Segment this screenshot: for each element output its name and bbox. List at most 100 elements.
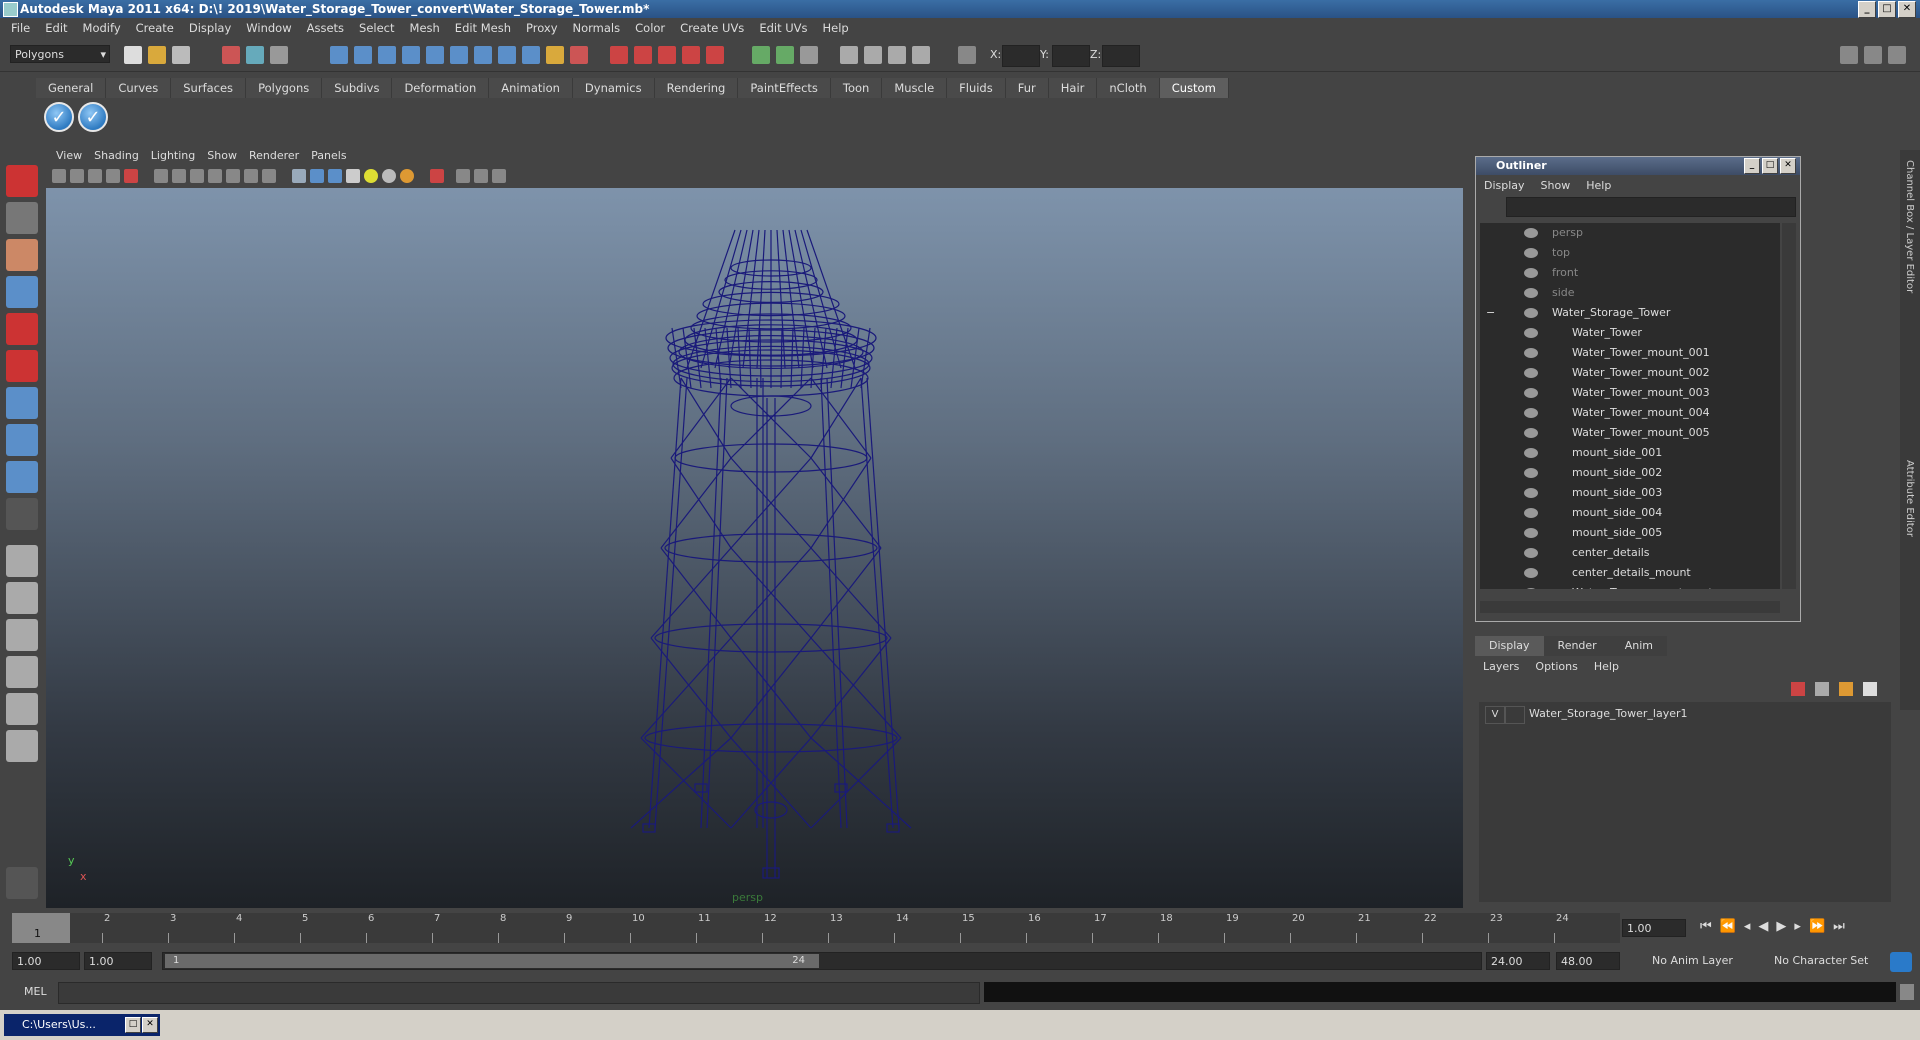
- outliner-menu-help[interactable]: Help: [1586, 179, 1627, 192]
- layout-outliner-icon[interactable]: [6, 619, 38, 651]
- step-forward-key-icon[interactable]: ⏩: [1809, 919, 1825, 934]
- outliner-mesh-item[interactable]: Water_Tower_mount_001: [1480, 343, 1780, 363]
- outliner-close-button[interactable]: ✕: [1780, 158, 1796, 174]
- layout-graph-icon[interactable]: [6, 656, 38, 688]
- input-ops-icon[interactable]: [752, 46, 770, 64]
- menu-normals[interactable]: Normals: [566, 21, 629, 35]
- layer-name[interactable]: Water_Storage_Tower_layer1: [1529, 706, 1688, 722]
- new-layer-icon[interactable]: [1791, 682, 1805, 696]
- pick-curves-icon[interactable]: [378, 46, 396, 64]
- script-editor-icon[interactable]: [1900, 984, 1914, 1000]
- attribute-editor-toggle-icon[interactable]: [1864, 46, 1882, 64]
- viewport-menu-renderer[interactable]: Renderer: [243, 149, 305, 162]
- shelf-tab-custom[interactable]: Custom: [1159, 78, 1229, 98]
- current-time-field[interactable]: 1.00: [1622, 919, 1686, 937]
- quick-layout-icon[interactable]: [6, 867, 38, 899]
- transform-mode-icon[interactable]: [958, 46, 976, 64]
- go-to-end-icon[interactable]: ⏭: [1833, 919, 1845, 934]
- outliner-minimize-button[interactable]: _: [1744, 158, 1760, 174]
- shelf-tab-polygons[interactable]: Polygons: [246, 78, 323, 98]
- menu-mesh[interactable]: Mesh: [403, 21, 448, 35]
- menu-color[interactable]: Color: [628, 21, 673, 35]
- outliner-mesh-item[interactable]: mount_side_001: [1480, 443, 1780, 463]
- select-tool-icon[interactable]: [6, 165, 38, 197]
- pick-dynamics-icon[interactable]: [450, 46, 468, 64]
- menu-edit[interactable]: Edit: [38, 21, 75, 35]
- z-field[interactable]: [1102, 45, 1140, 67]
- snap-live-icon[interactable]: [706, 46, 724, 64]
- collapse-icon[interactable]: −: [1486, 303, 1495, 323]
- lasso-tool-icon[interactable]: [6, 202, 38, 234]
- taskbar-restore-button[interactable]: □: [125, 1017, 141, 1033]
- lock-selection-icon[interactable]: [546, 46, 564, 64]
- menu-file[interactable]: File: [4, 21, 38, 35]
- shelf-tab-subdivs[interactable]: Subdivs: [322, 78, 393, 98]
- shelf-tab-surfaces[interactable]: Surfaces: [171, 78, 247, 98]
- menu-help[interactable]: Help: [816, 21, 857, 35]
- outliner-group-item[interactable]: − Water_Storage_Tower: [1480, 303, 1780, 323]
- shelf-tab-hair[interactable]: Hair: [1048, 78, 1098, 98]
- pick-handles-icon[interactable]: [330, 46, 348, 64]
- wireframe-icon[interactable]: [292, 169, 306, 183]
- resolution-gate-icon[interactable]: [190, 169, 204, 183]
- viewport-menu-lighting[interactable]: Lighting: [145, 149, 201, 162]
- check-icon[interactable]: ✓: [44, 102, 74, 132]
- attribute-editor-tab[interactable]: Attribute Editor: [1904, 460, 1915, 537]
- grid-icon[interactable]: [154, 169, 168, 183]
- layout-single-icon[interactable]: [6, 545, 38, 577]
- layer-menu-options[interactable]: Options: [1535, 660, 1577, 673]
- shelf-tab-curves[interactable]: Curves: [106, 78, 172, 98]
- range-slider-handle[interactable]: 1 24: [165, 954, 819, 968]
- outliner-horizontal-scrollbar[interactable]: [1480, 601, 1780, 613]
- gate-mask-icon[interactable]: [208, 169, 222, 183]
- outliner-mesh-item[interactable]: Water_Tower: [1480, 323, 1780, 343]
- viewport-menu-show[interactable]: Show: [201, 149, 243, 162]
- menu-proxy[interactable]: Proxy: [519, 21, 566, 35]
- menu-assets[interactable]: Assets: [300, 21, 352, 35]
- xray-icon[interactable]: [456, 169, 470, 183]
- shelf-tab-general[interactable]: General: [36, 78, 107, 98]
- shelf-tab-muscle[interactable]: Muscle: [882, 78, 948, 98]
- layer-menu-layers[interactable]: Layers: [1483, 660, 1519, 673]
- menu-set-selector[interactable]: Polygons ▾: [10, 45, 110, 63]
- minimize-button[interactable]: _: [1858, 1, 1876, 18]
- shelf-tab-painteffects[interactable]: PaintEffects: [738, 78, 831, 98]
- layer-tab-anim[interactable]: Anim: [1610, 636, 1667, 656]
- step-forward-frame-icon[interactable]: ▸: [1794, 919, 1801, 934]
- ipr-render-icon[interactable]: [888, 46, 906, 64]
- menu-create-uvs[interactable]: Create UVs: [673, 21, 752, 35]
- move-tool-icon[interactable]: [6, 276, 38, 308]
- shelf-tab-animation[interactable]: Animation: [489, 78, 573, 98]
- range-slider-track[interactable]: 1 24: [162, 952, 1482, 970]
- outliner-mesh-item[interactable]: mount_side_004: [1480, 503, 1780, 523]
- open-scene-icon[interactable]: [148, 46, 166, 64]
- outliner-filter-field[interactable]: [1506, 197, 1796, 217]
- 2d-pan-zoom-icon[interactable]: [124, 169, 138, 183]
- image-plane-icon[interactable]: [106, 169, 120, 183]
- film-gate-icon[interactable]: [172, 169, 186, 183]
- y-field[interactable]: [1052, 45, 1090, 67]
- camera-attributes-icon[interactable]: [70, 169, 84, 183]
- layer-menu-help[interactable]: Help: [1594, 660, 1619, 673]
- move-layer-up-icon[interactable]: [1839, 682, 1853, 696]
- outliner-camera-item[interactable]: top: [1480, 243, 1780, 263]
- time-slider[interactable]: 123456789101112131415161718192021222324 …: [12, 913, 1620, 943]
- save-scene-icon[interactable]: [172, 46, 190, 64]
- select-hierarchy-icon[interactable]: [222, 46, 240, 64]
- scale-tool-icon[interactable]: [6, 350, 38, 382]
- auto-key-icon[interactable]: [1890, 952, 1912, 972]
- taskbar-close-button[interactable]: ✕: [142, 1017, 158, 1033]
- animation-start-field[interactable]: 1.00: [12, 952, 80, 970]
- safe-action-icon[interactable]: [244, 169, 258, 183]
- new-layer-selected-icon[interactable]: [1815, 682, 1829, 696]
- menu-edit-mesh[interactable]: Edit Mesh: [448, 21, 519, 35]
- viewport-menu-shading[interactable]: Shading: [88, 149, 145, 162]
- layout-four-icon[interactable]: [6, 582, 38, 614]
- playback-end-field[interactable]: 24.00: [1486, 952, 1550, 970]
- menu-window[interactable]: Window: [239, 21, 299, 35]
- close-button[interactable]: ✕: [1898, 1, 1916, 18]
- highlight-selection-icon[interactable]: [570, 46, 588, 64]
- animation-end-field[interactable]: 48.00: [1556, 952, 1620, 970]
- pick-misc-icon[interactable]: [498, 46, 516, 64]
- select-component-icon[interactable]: [270, 46, 288, 64]
